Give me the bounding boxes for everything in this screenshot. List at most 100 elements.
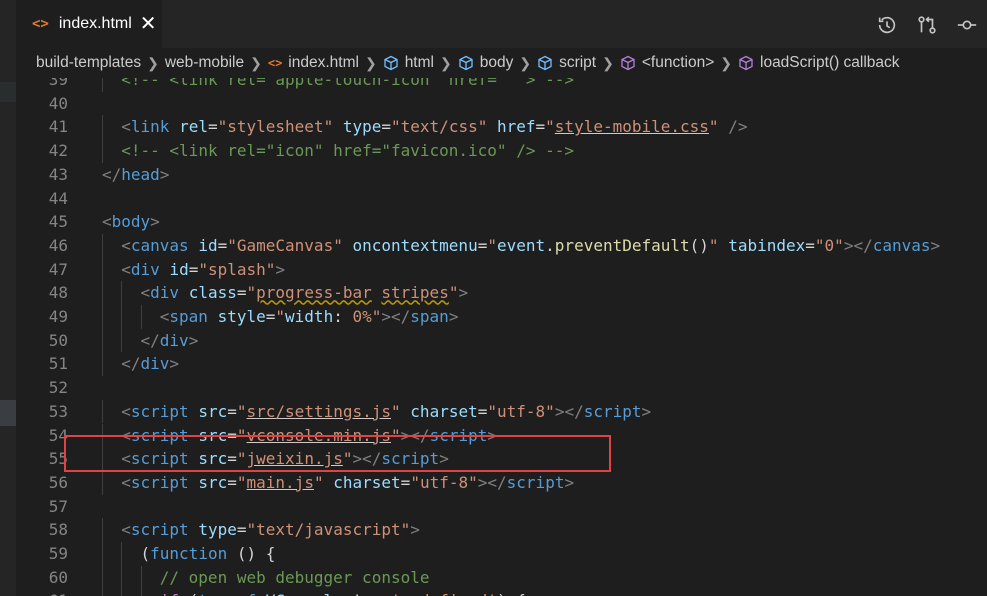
indent-guide bbox=[102, 542, 103, 566]
code-editor[interactable]: 39 <!-- <link rel="apple-touch-icon" href… bbox=[16, 78, 987, 596]
code-line[interactable]: 61 if (typeof VConsole !== 'undefined') { bbox=[16, 589, 987, 596]
indent-guide bbox=[121, 305, 123, 329]
compare-changes-icon[interactable] bbox=[907, 10, 947, 40]
code-line[interactable]: 47 <div id="splash"> bbox=[16, 257, 987, 282]
code-token: canvas bbox=[872, 235, 931, 255]
indent-guide bbox=[102, 470, 103, 495]
breadcrumb-label: html bbox=[404, 54, 434, 71]
code-token: span bbox=[410, 307, 449, 326]
code-token: "utf-8" bbox=[410, 472, 478, 492]
close-icon[interactable]: ✕ bbox=[140, 14, 157, 34]
code-line[interactable]: 51 </div> bbox=[16, 352, 987, 377]
code-line[interactable]: 59 (function () { bbox=[16, 542, 987, 566]
tab-bar: <> index.html ✕ bbox=[16, 0, 987, 48]
code-token: script bbox=[130, 520, 189, 540]
code-line[interactable]: 56 <script src="main.js" charset="utf-8">… bbox=[16, 470, 987, 495]
code-line[interactable]: 41 <link rel="stylesheet" type="text/css"… bbox=[16, 115, 987, 140]
code-token: ></ bbox=[843, 235, 873, 255]
code-token: > bbox=[930, 235, 941, 255]
breadcrumb-index-html[interactable]: <> index.html bbox=[268, 54, 359, 72]
line-number: 50 bbox=[48, 330, 68, 350]
line-number: 52 bbox=[48, 378, 68, 398]
code-token: " bbox=[236, 449, 247, 469]
code-token: > bbox=[150, 212, 160, 232]
breadcrumb-web-mobile[interactable]: web-mobile bbox=[165, 54, 244, 72]
code-line[interactable]: 53 <script src="src/settings.js" charset=… bbox=[16, 399, 987, 424]
code-text: <!-- <link rel="icon" href="favicon.ico"… bbox=[121, 139, 574, 163]
code-line[interactable]: 44 bbox=[16, 187, 987, 211]
code-token: . bbox=[545, 235, 555, 255]
code-line[interactable]: 49 <span style="width: 0%"></span> bbox=[16, 305, 987, 329]
element-icon bbox=[458, 55, 474, 71]
code-line[interactable]: 45 <body> bbox=[16, 210, 987, 234]
breadcrumb-script[interactable]: script bbox=[537, 54, 596, 72]
chevron-right-icon: ❯ bbox=[250, 54, 262, 71]
git-commit-icon[interactable] bbox=[947, 10, 987, 40]
breadcrumb-label: loadScript() callback bbox=[760, 54, 900, 71]
breadcrumb-function[interactable]: <function> bbox=[620, 54, 714, 72]
chevron-right-icon: ❯ bbox=[720, 54, 732, 71]
code-token: type bbox=[198, 520, 237, 540]
code-line[interactable]: 39 <!-- <link rel="apple-touch-icon" href… bbox=[16, 78, 987, 92]
code-token: preventDefault bbox=[554, 235, 690, 255]
code-token: " bbox=[708, 117, 719, 137]
code-line[interactable]: 46 <canvas id="GameCanvas" oncontextmenu=… bbox=[16, 233, 987, 258]
breadcrumb-html[interactable]: html bbox=[383, 54, 434, 72]
code-line[interactable]: 43 </head> bbox=[16, 163, 987, 187]
code-token: < bbox=[140, 283, 151, 303]
breadcrumb-build-templates[interactable]: build-templates bbox=[36, 54, 141, 72]
code-line[interactable]: 55 <script src="jweixin.js"></script> bbox=[16, 447, 987, 471]
code-token: = bbox=[477, 401, 488, 421]
code-line[interactable]: 58 <script type="text/javascript"> bbox=[16, 518, 987, 542]
code-text: <canvas id="GameCanvas" oncontextmenu="e… bbox=[121, 234, 940, 258]
chevron-right-icon: ❯ bbox=[147, 54, 159, 71]
code-line[interactable]: 57 bbox=[16, 495, 987, 519]
code-text: <div id="splash"> bbox=[121, 258, 285, 282]
timeline-icon[interactable] bbox=[867, 10, 907, 40]
code-token: " bbox=[275, 307, 286, 326]
code-line[interactable]: 54 <script src="vconsole.min.js"></script… bbox=[16, 423, 987, 448]
line-number: 46 bbox=[48, 235, 68, 255]
line-number: 40 bbox=[48, 93, 68, 113]
code-token: > bbox=[275, 259, 286, 279]
code-line[interactable]: 40 bbox=[16, 92, 987, 116]
breadcrumb-body[interactable]: body bbox=[458, 54, 513, 72]
code-token: " bbox=[545, 117, 555, 137]
code-text: <body> bbox=[102, 210, 160, 234]
code-line[interactable]: 50 </div> bbox=[16, 328, 987, 353]
code-token: ></ bbox=[381, 307, 411, 326]
code-line[interactable]: 42 <!-- <link rel="icon" href="favicon.ic… bbox=[16, 139, 987, 163]
code-token: style-mobile.css bbox=[554, 117, 709, 137]
indent-guide bbox=[121, 565, 123, 590]
indent-guide bbox=[102, 233, 103, 258]
code-text: <script src="vconsole.min.js"></script> bbox=[121, 424, 497, 448]
breadcrumb: build-templates ❯ web-mobile ❯ <> index.… bbox=[16, 48, 987, 78]
line-number: 61 bbox=[16, 589, 68, 596]
code-token: oncontextmenu bbox=[352, 235, 478, 255]
tab-index-html[interactable]: <> index.html ✕ bbox=[16, 0, 162, 48]
breadcrumb-loadscript-callback[interactable]: loadScript() callback bbox=[738, 54, 900, 72]
code-line[interactable]: 52 bbox=[16, 376, 987, 400]
element-icon bbox=[537, 55, 553, 71]
indent-guide bbox=[102, 423, 103, 448]
code-text: <!-- <link rel="apple-touch-icon" href="… bbox=[121, 78, 574, 92]
code-line[interactable]: 48 <div class="progress-bar stripes"> bbox=[16, 281, 987, 305]
code-token: progress-bar bbox=[256, 283, 372, 303]
code-token: = bbox=[236, 283, 247, 303]
code-token: src/settings.js bbox=[246, 401, 392, 421]
code-line[interactable]: 60 // open web debugger console bbox=[16, 565, 987, 590]
code-token: = bbox=[227, 472, 237, 492]
code-token: < bbox=[121, 117, 131, 137]
code-text: </head> bbox=[102, 163, 169, 187]
indent-guide bbox=[102, 589, 103, 596]
code-token: link bbox=[130, 117, 170, 137]
line-number: 43 bbox=[48, 164, 68, 184]
code-token: head bbox=[121, 164, 160, 184]
code-token: VConsole bbox=[266, 591, 343, 596]
code-token: " bbox=[371, 307, 382, 326]
code-token: // open web debugger console bbox=[159, 567, 430, 587]
